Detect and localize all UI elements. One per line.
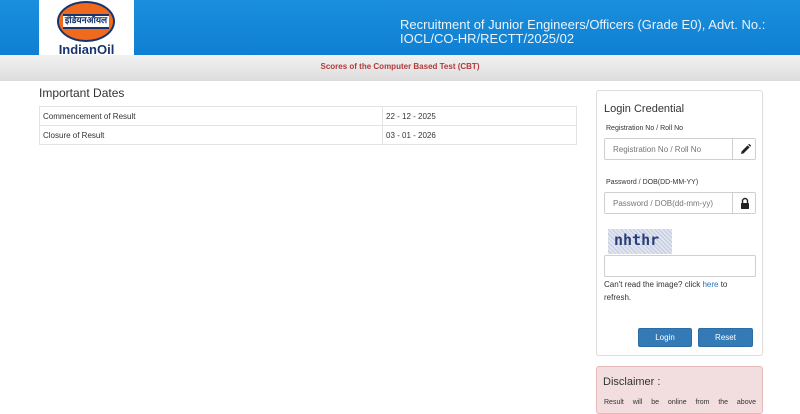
disclaimer-panel: Disclaimer : Result will be online from … [596,366,763,414]
password-label: Password / DOB(DD-MM-YY) [606,179,699,186]
important-dates-heading: Important Dates [39,86,125,100]
logo-hindi-text: इंडियनऑयल [64,16,108,26]
registration-label: Registration No / Roll No [606,125,684,132]
page-header: इंडियनऑयल IndianOil Recruitment of Junio… [0,0,800,57]
recruitment-title-line1: Recruitment of Junior Engineers/Officers… [400,17,766,32]
recruitment-title-line2: IOCL/CO-HR/RECTT/2025/02 [400,31,575,46]
login-title: Login Credential [604,103,685,115]
disclaimer-title: Disclaimer : [603,376,661,388]
date-value: 03 - 01 - 2026 [382,125,577,145]
password-input[interactable] [604,192,733,214]
subheader-title: Scores of the Computer Based Test (CBT) [320,62,480,71]
captcha-image: nhthr [608,229,672,254]
date-label: Commencement of Result [39,106,383,126]
date-value: 22 - 12 - 2025 [382,106,577,126]
reset-button[interactable]: Reset [698,328,753,347]
captcha-text: nhthr [614,231,660,249]
subheader-bar: Scores of the Computer Based Test (CBT) [0,55,800,81]
recruitment-title: Recruitment of Junior Engineers/Officers… [400,18,790,46]
date-label: Closure of Result [39,125,383,145]
captcha-input[interactable] [604,255,756,277]
registration-addon [732,138,756,160]
registration-input[interactable] [604,138,733,160]
disclaimer-text: Result will be online from the above [604,399,756,406]
lock-icon [741,197,749,209]
password-addon [732,192,756,214]
important-dates-table: Commencement of Result 22 - 12 - 2025 Cl… [39,106,577,145]
login-button[interactable]: Login [638,328,692,347]
login-panel: Login Credential Registration No / Roll … [596,90,763,356]
logo-emblem: इंडियनऑयल [57,1,115,42]
pencil-icon [741,143,752,154]
captcha-refresh-link[interactable]: here [702,280,718,289]
captcha-refresh-text: Can't read the image? click here to refr… [604,280,728,302]
table-row: Closure of Result 03 - 01 - 2026 [39,125,577,145]
indianoil-logo: इंडियनऑयल IndianOil [39,0,134,57]
table-row: Commencement of Result 22 - 12 - 2025 [39,106,577,126]
